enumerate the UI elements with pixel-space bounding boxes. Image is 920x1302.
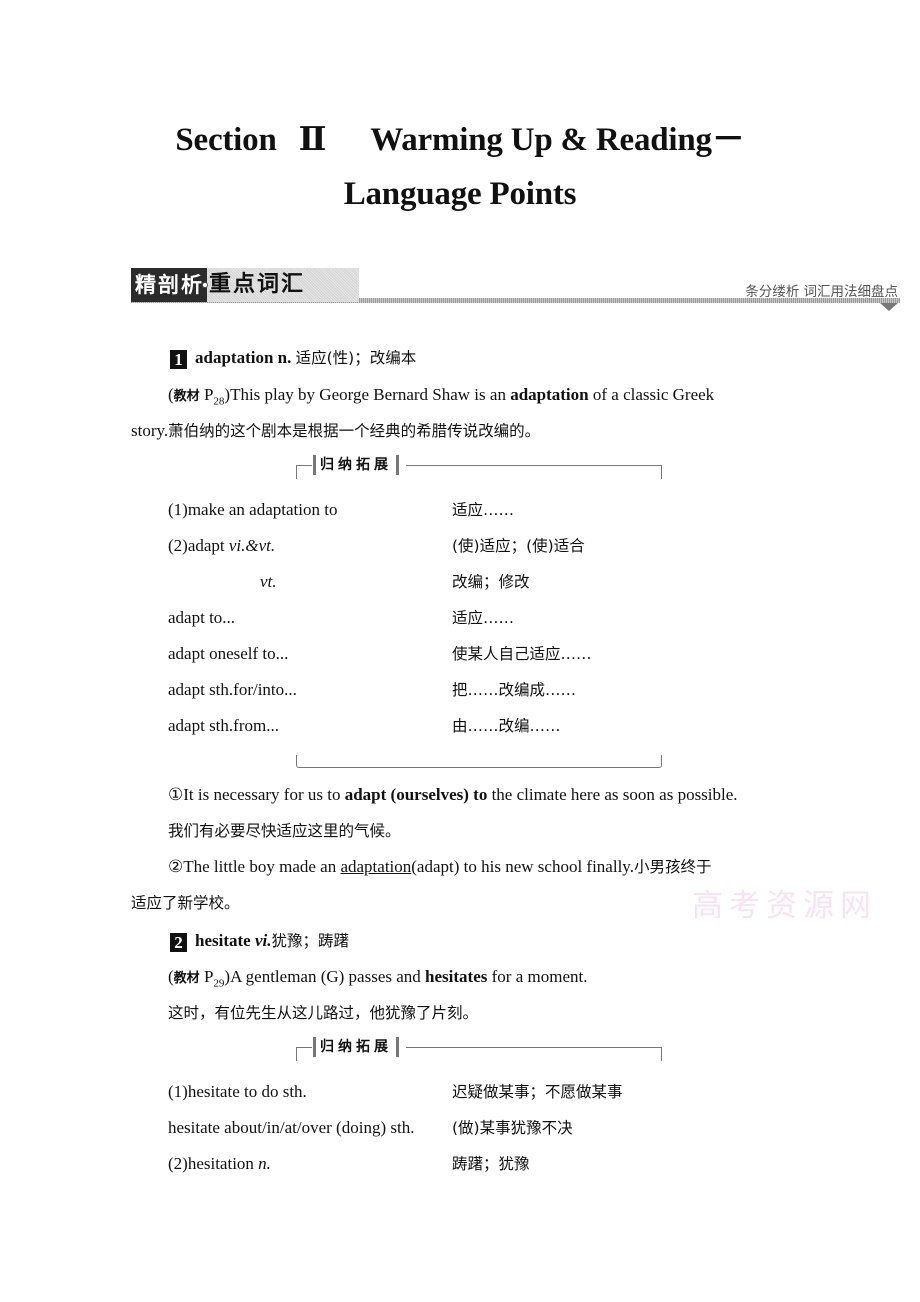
expansion-meaning: 把……改编成…… — [452, 681, 577, 699]
source-label: 教材 — [173, 389, 200, 404]
example-text: The little boy made an — [183, 857, 341, 876]
source-page-number: 28 — [213, 395, 225, 408]
example-keyword: adaptation — [510, 385, 589, 404]
header-separator-dot — [202, 282, 208, 288]
expansion-box-label: 归纳拓展 — [313, 455, 399, 475]
section-header-bar: 精剖析 重点词汇 条分缕析 词汇用法细盘点 — [131, 268, 900, 312]
header-tagline: 条分缕析 词汇用法细盘点 — [745, 284, 898, 300]
expansion-phrase: adapt sth.from... — [168, 716, 279, 735]
example-translation: 小男孩终于 — [633, 858, 712, 876]
watermark: 高考资源网 — [692, 888, 877, 924]
section-numeral: Ⅱ — [298, 122, 327, 158]
example-keyword: hesitates — [425, 967, 488, 986]
entry-meaning: 适应(性)；改编本 — [295, 349, 417, 367]
example-translation: 萧伯纳的这个剧本是根据一个经典的希腊传说改编的。 — [168, 422, 541, 440]
expansion-meaning: 适应…… — [452, 501, 515, 519]
entry-1-heading: 1 adaptation n. 适应(性)；改编本 — [170, 347, 416, 369]
expansion-phrase: adapt oneself to... — [168, 644, 289, 663]
expansion-phrase: hesitate about/in/at/over (doing) sth. — [168, 1118, 415, 1137]
expansion-meaning: 踌躇；犹豫 — [452, 1155, 530, 1173]
entry-headword: adaptation n. — [195, 348, 292, 367]
expansion-phrase: (2)hesitation n. — [168, 1153, 271, 1175]
header-dark-label: 精剖析 — [131, 268, 207, 302]
source-label: 教材 — [173, 971, 200, 986]
section-title: Warming Up & Reading－ — [370, 122, 745, 158]
entry-number-badge: 2 — [170, 933, 187, 952]
example-marker: ① — [168, 785, 184, 804]
part-of-speech: vt. — [260, 572, 277, 591]
example-text: )A gentleman (G) passes and — [224, 967, 426, 986]
section-label: Section — [175, 122, 277, 158]
expansion-meaning: 使某人自己适应…… — [452, 645, 592, 663]
page-title-line-1: Section Ⅱ Warming Up & Reading－ — [0, 112, 920, 160]
expansion-meaning: 改编；修改 — [452, 573, 530, 591]
entry-1-source-example: (教材 P28)This play by George Bernard Shaw… — [168, 385, 715, 408]
expansion-box-1-top: 归纳拓展 — [296, 455, 662, 479]
expansion-meaning: (使)适应；(使)适合 — [452, 537, 585, 555]
expansion-box-2-top: 归纳拓展 — [296, 1037, 662, 1061]
source-page: P — [203, 385, 214, 404]
answer-blank: adaptation — [340, 857, 412, 876]
example-sentence-2: ②The little boy made an adaptation(adapt… — [168, 856, 711, 878]
example-text-end: for a moment. — [487, 967, 588, 986]
example-text: It is necessary for us to — [183, 785, 345, 804]
expansion-phrase: (1)hesitate to do sth. — [168, 1082, 307, 1101]
phrase-text: (2)hesitation — [168, 1154, 259, 1173]
example-keyword: adapt (ourselves) to — [344, 785, 488, 804]
entry-meaning: 犹豫；踌躇 — [271, 932, 350, 950]
expansion-box-label: 归纳拓展 — [313, 1037, 399, 1057]
entry-number-badge: 1 — [170, 350, 187, 369]
example-text-end: (adapt) to his new school finally. — [411, 857, 634, 876]
source-page: P — [203, 967, 214, 986]
expansion-meaning: 适应…… — [452, 609, 515, 627]
triangle-down-icon — [880, 303, 898, 311]
part-of-speech: n. — [258, 1154, 271, 1173]
example-sentence-1: ①It is necessary for us to adapt (oursel… — [168, 784, 738, 806]
expansion-meaning: 迟疑做某事；不愿做某事 — [452, 1083, 623, 1101]
expansion-meaning: 由……改编…… — [452, 717, 561, 735]
part-of-speech: vi. — [254, 931, 272, 950]
header-light-label: 重点词汇 — [207, 268, 359, 302]
entry-2-source-example: (教材 P29)A gentleman (G) passes and hesit… — [168, 967, 588, 990]
entry-1-example-line-2: story.萧伯纳的这个剧本是根据一个经典的希腊传说改编的。 — [131, 420, 540, 442]
example-text-end: the climate here as soon as possible. — [487, 785, 738, 804]
expansion-phrase: (1)make an adaptation to — [168, 500, 338, 519]
entry-headword: hesitate — [195, 931, 255, 950]
expansion-box-1-bottom — [296, 755, 662, 768]
expansion-meaning: (做)某事犹豫不决 — [452, 1119, 573, 1137]
expansion-phrase: vt. — [260, 571, 277, 593]
expansion-phrase: adapt sth.for/into... — [168, 680, 297, 699]
example-text-end: of a classic Greek — [588, 385, 715, 404]
page-title-line-2: Language Points — [343, 176, 577, 212]
part-of-speech: vi.&vt. — [228, 536, 276, 555]
source-page-number: 29 — [213, 977, 225, 990]
phrase-text: (2)adapt — [168, 536, 229, 555]
expansion-phrase: adapt to... — [168, 608, 236, 627]
expansion-phrase: (2)adapt vi.&vt. — [168, 535, 275, 557]
entry-2-translation: 这时，有位先生从这儿路过，他犹豫了片刻。 — [168, 1004, 479, 1022]
example-translation-2: 适应了新学校。 — [131, 894, 240, 912]
example-text: story. — [131, 421, 169, 440]
entry-2-heading: 2 hesitate vi.犹豫；踌躇 — [170, 930, 349, 952]
example-translation-1: 我们有必要尽快适应这里的气候。 — [168, 822, 401, 840]
example-text: )This play by George Bernard Shaw is an — [224, 385, 511, 404]
example-marker: ② — [168, 857, 184, 876]
